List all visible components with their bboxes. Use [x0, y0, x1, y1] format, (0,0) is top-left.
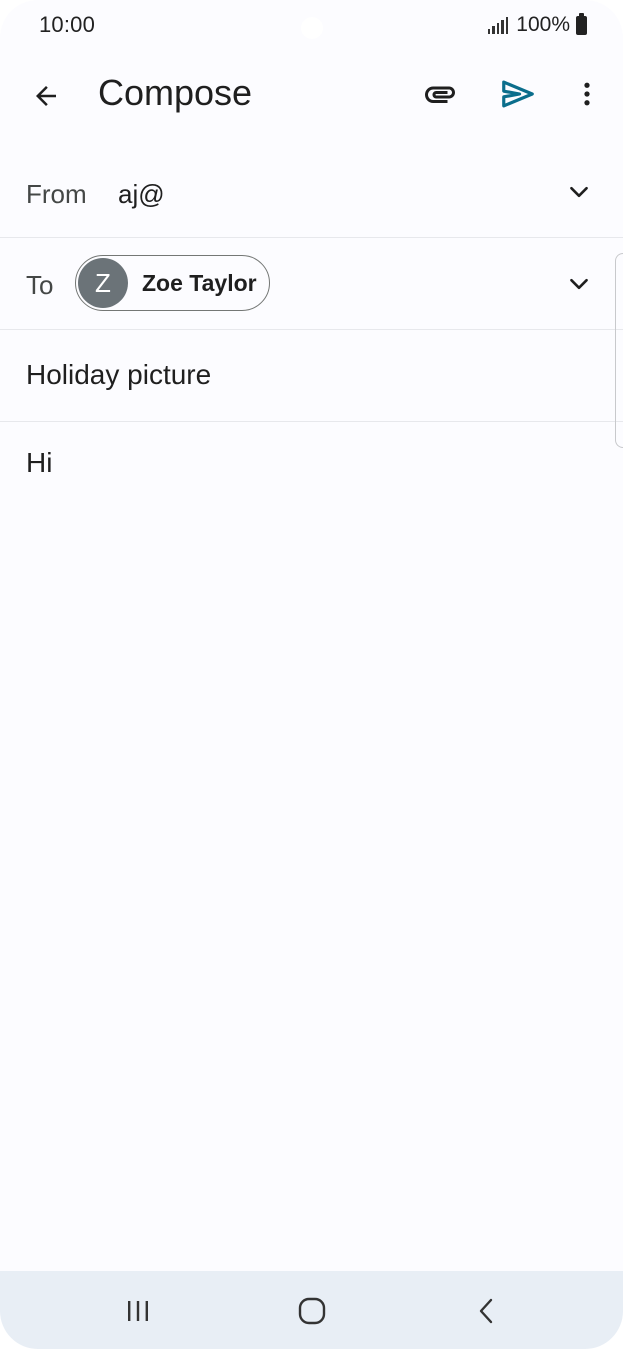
navigation-bar [0, 1271, 623, 1349]
send-button[interactable] [494, 70, 542, 118]
recents-icon [128, 1301, 148, 1321]
from-label: From [26, 179, 87, 209]
back-arrow-icon [36, 86, 56, 106]
from-address: aj@ [118, 179, 165, 209]
home-icon [298, 1297, 326, 1325]
recipient-name: Zoe Taylor [142, 269, 257, 296]
to-label: To [26, 270, 54, 300]
app-bar: Compose [0, 54, 623, 138]
body-field[interactable]: Hi [26, 447, 52, 479]
send-icon [502, 80, 534, 108]
system-back-button[interactable] [467, 1291, 507, 1331]
from-expand-button[interactable] [565, 178, 593, 206]
edge-panel-handle[interactable] [615, 253, 623, 448]
back-button[interactable] [22, 72, 70, 120]
phone-screen: 10:00 100% Compose From aj@ To Z Zoe Tay… [0, 0, 623, 1349]
paperclip-icon [425, 86, 455, 103]
camera-cutout [301, 17, 323, 39]
status-bar: 10:00 100% [0, 0, 623, 54]
page-title: Compose [98, 72, 253, 113]
chevron-down-icon [570, 278, 588, 290]
chevron-down-icon [570, 186, 588, 198]
recents-button[interactable] [118, 1291, 158, 1331]
to-expand-button[interactable] [565, 270, 593, 298]
nav-back-icon [479, 1298, 493, 1324]
subject-field[interactable]: Holiday picture [26, 359, 211, 391]
attach-button[interactable] [416, 70, 464, 118]
battery-percent: 100% [516, 13, 570, 36]
to-row[interactable]: To Z Zoe Taylor [0, 238, 623, 330]
home-button[interactable] [292, 1291, 332, 1331]
subject-row[interactable]: Holiday picture [0, 330, 623, 422]
battery-icon [576, 12, 587, 35]
status-time: 10:00 [39, 12, 96, 37]
more-options-button[interactable] [563, 70, 611, 118]
signal-icon [487, 16, 509, 34]
status-indicators: 100% [487, 12, 587, 37]
recipient-chip[interactable]: Z Zoe Taylor [75, 255, 270, 311]
more-vert-icon [584, 82, 590, 106]
from-row[interactable]: From aj@ [0, 148, 623, 238]
avatar: Z [78, 258, 128, 308]
